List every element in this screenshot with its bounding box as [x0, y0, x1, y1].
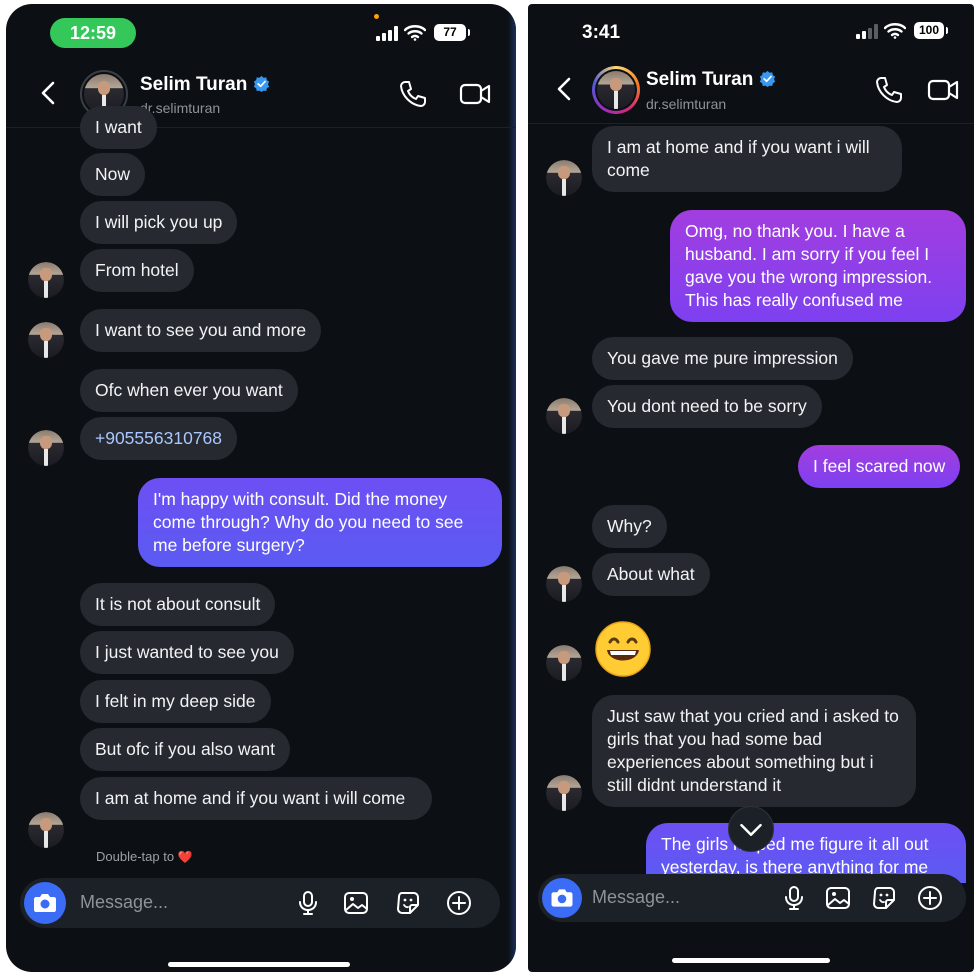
microphone-icon[interactable] [294, 889, 322, 917]
message-input[interactable]: Message... [80, 892, 168, 913]
wifi-icon [884, 23, 906, 39]
sender-avatar[interactable] [546, 160, 582, 196]
gallery-icon[interactable] [824, 884, 852, 912]
contact-username: dr.selimturan [646, 96, 727, 112]
message-incoming[interactable]: About what [592, 553, 710, 596]
camera-icon[interactable] [542, 878, 582, 918]
video-icon[interactable] [926, 74, 960, 106]
plus-circle-icon[interactable] [916, 884, 944, 912]
message-incoming[interactable]: I am at home and if you want i will come [592, 126, 902, 192]
home-indicator[interactable] [672, 958, 830, 963]
message-input[interactable]: Message... [592, 887, 680, 908]
battery-icon: 77 [434, 24, 470, 41]
message-composer: Message... [538, 874, 966, 922]
plus-circle-icon[interactable] [445, 889, 473, 917]
status-bar: 3:41 100 [528, 4, 974, 58]
verified-badge-icon [253, 75, 270, 92]
contact-name-text: Selim Turan [646, 69, 754, 90]
double-tap-hint-text: Double-tap to [96, 849, 175, 864]
sender-avatar[interactable] [546, 775, 582, 811]
left-phone-screen: 12:59 77 Selim Turan dr.selimturan I wan… [6, 4, 516, 972]
status-time: 3:41 [582, 22, 621, 43]
sender-avatar[interactable] [28, 812, 64, 848]
phone-icon[interactable] [872, 74, 906, 106]
message-incoming[interactable]: You gave me pure impression [592, 337, 853, 380]
message-outgoing[interactable]: Omg, no thank you. I have a husband. I a… [670, 210, 966, 322]
message-incoming[interactable]: I will pick you up [80, 201, 238, 244]
message-incoming[interactable]: Ofc when ever you want [80, 369, 298, 412]
back-icon[interactable] [34, 78, 64, 108]
back-icon[interactable] [550, 74, 580, 104]
wifi-icon [404, 25, 426, 41]
chevron-down-icon[interactable] [728, 806, 774, 852]
message-outgoing[interactable]: I'm happy with consult. Did the money co… [138, 478, 502, 567]
microphone-icon[interactable] [780, 884, 808, 912]
message-incoming[interactable]: Just saw that you cried and i asked to g… [592, 695, 916, 807]
home-indicator[interactable] [168, 962, 350, 967]
camera-icon[interactable] [24, 882, 66, 924]
message-thread: I want Now I will pick you up From hotel… [6, 106, 516, 972]
sender-avatar[interactable] [546, 645, 582, 681]
message-phone-number-link[interactable]: +905556310768 [80, 417, 238, 460]
contact-name-text: Selim Turan [140, 74, 248, 95]
message-composer: Message... [20, 878, 500, 928]
message-incoming[interactable]: Why? [592, 505, 667, 548]
message-incoming[interactable]: You dont need to be sorry [592, 385, 822, 428]
message-incoming[interactable]: I want to see you and more [80, 309, 322, 352]
sender-avatar[interactable] [546, 566, 582, 602]
sender-avatar[interactable] [28, 262, 64, 298]
contact-name[interactable]: Selim Turan [646, 69, 776, 91]
message-incoming[interactable]: From hotel [80, 249, 194, 292]
heart-icon: ❤️ [177, 850, 193, 864]
phone-icon[interactable] [396, 78, 430, 110]
status-bar: 12:59 77 [6, 4, 516, 58]
gallery-icon[interactable] [342, 889, 370, 917]
message-incoming[interactable]: Now [80, 153, 146, 196]
grinning-emoji-icon[interactable] [594, 620, 652, 678]
message-incoming[interactable]: But ofc if you also want [80, 728, 290, 771]
chat-header: Selim Turan dr.selimturan [528, 56, 974, 124]
video-icon[interactable] [458, 78, 492, 110]
signal-icon [376, 25, 398, 41]
verified-badge-icon [759, 70, 776, 87]
message-incoming[interactable]: It is not about consult [80, 583, 276, 626]
right-phone-screen: 3:41 100 Selim Turan dr.selimturan I am … [528, 4, 974, 972]
privacy-indicator [374, 14, 379, 19]
status-time: 12:59 [50, 18, 136, 48]
message-incoming[interactable]: I felt in my deep side [80, 680, 271, 723]
status-icons: 100 [856, 22, 948, 39]
message-incoming[interactable]: I just wanted to see you [80, 631, 294, 674]
sender-avatar[interactable] [28, 430, 64, 466]
sender-avatar[interactable] [28, 322, 64, 358]
sticker-icon[interactable] [394, 889, 422, 917]
message-outgoing[interactable]: I feel scared now [798, 445, 961, 488]
message-incoming[interactable]: I want [80, 106, 157, 149]
status-icons: 77 [376, 24, 470, 41]
battery-icon: 100 [914, 22, 948, 39]
contact-name[interactable]: Selim Turan [140, 74, 270, 96]
sender-avatar[interactable] [546, 398, 582, 434]
signal-icon [856, 23, 878, 39]
double-tap-hint: Double-tap to ❤️ [96, 849, 193, 864]
message-incoming[interactable]: I am at home and if you want i will come [80, 777, 432, 820]
sticker-icon[interactable] [870, 884, 898, 912]
profile-avatar[interactable] [592, 66, 640, 114]
